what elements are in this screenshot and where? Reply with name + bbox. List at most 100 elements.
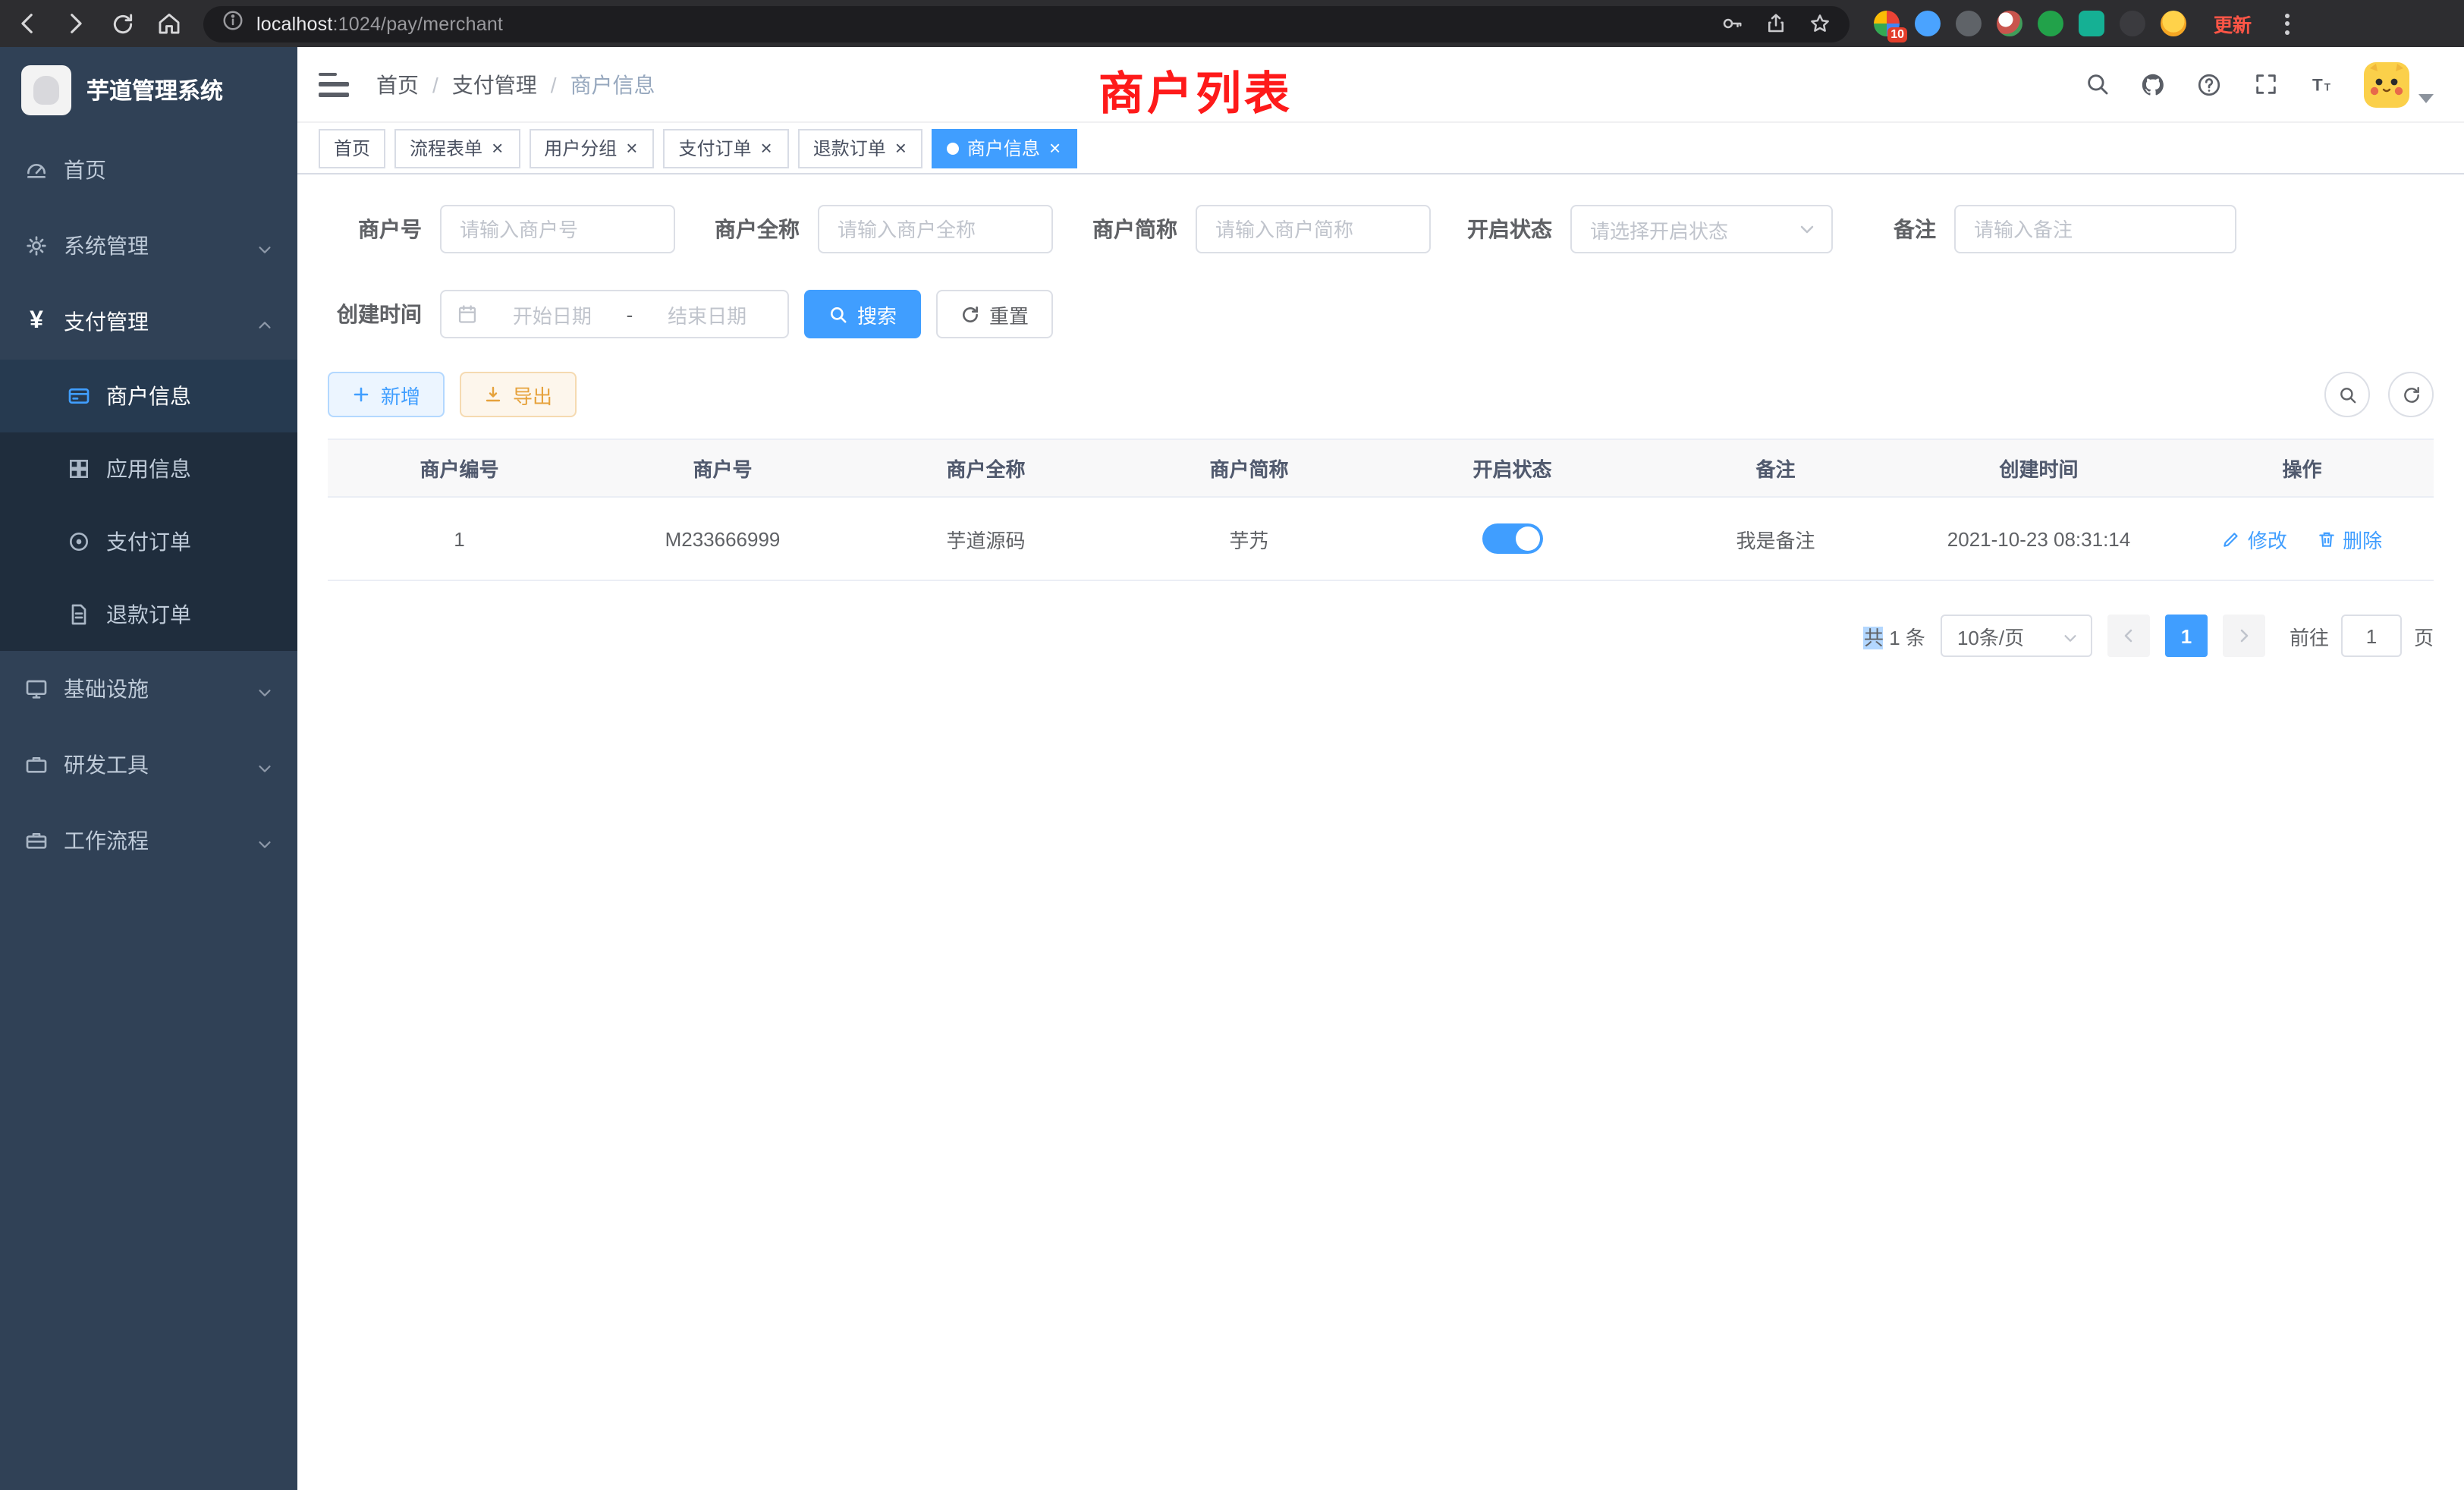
tab-home[interactable]: 首页 [319,128,385,168]
delete-link[interactable]: 删除 [2317,524,2382,553]
tab-refund-orders[interactable]: 退款订单 × [798,128,923,168]
page-size-select[interactable]: 10条/页 [1941,615,2092,657]
chevron-up-icon [256,313,273,330]
forward-icon[interactable] [62,11,88,36]
reload-icon[interactable] [109,11,135,36]
close-icon[interactable]: × [759,138,774,158]
pagination: 共 1 条 10条/页 1 前往 页 [328,615,2434,657]
password-key-icon[interactable] [1721,12,1743,35]
sidebar-item-app-info[interactable]: 应用信息 [0,432,297,505]
create-time-range-picker[interactable]: 开始日期 - 结束日期 [440,290,789,338]
fullscreen-icon[interactable] [2252,71,2279,98]
extension-icon-5[interactable] [2038,11,2063,36]
sidebar-item-system[interactable]: 系统管理 [0,208,297,284]
grid-icon [67,457,91,481]
goto-suffix-label: 页 [2414,621,2434,650]
main-area: 首页 / 支付管理 / 商户信息 商户列表 TT [297,47,2464,1490]
reset-button[interactable]: 重置 [936,290,1053,338]
hamburger-icon[interactable] [319,72,349,96]
sidebar-item-dev-tools[interactable]: 研发工具 [0,727,297,803]
extension-icon-2[interactable] [1915,11,1941,36]
edit-link[interactable]: 修改 [2222,524,2287,553]
yen-icon: ¥ [24,310,49,334]
search-icon [828,304,848,324]
close-icon[interactable]: × [624,138,639,158]
info-icon[interactable] [222,8,244,39]
github-icon[interactable] [2139,71,2167,98]
back-icon[interactable] [15,11,41,36]
home-icon[interactable] [156,11,182,36]
short-name-input[interactable] [1196,205,1431,253]
col-merchant-no: 商户号 [591,439,854,497]
cell-create-time: 2021-10-23 08:31:14 [1907,497,2170,580]
help-icon[interactable] [2195,71,2223,98]
share-icon[interactable] [1765,12,1787,35]
sidebar-item-payment[interactable]: ¥ 支付管理 [0,284,297,360]
gear-icon [24,234,49,258]
sidebar-item-label: 首页 [64,155,106,185]
chevron-left-icon [2120,627,2138,645]
sidebar-item-pay-orders[interactable]: 支付订单 [0,505,297,578]
browser-update-button[interactable]: 更新 [2214,9,2252,38]
extension-icon-4[interactable] [1997,11,2022,36]
chevron-down-icon [256,681,273,697]
date-start-placeholder: 开始日期 [487,300,618,328]
extension-icon-8[interactable] [2161,11,2186,36]
app-title: 芋道管理系统 [86,74,223,105]
extension-icon-6[interactable] [2079,11,2104,36]
search-button[interactable]: 搜索 [804,290,921,338]
close-icon[interactable]: × [490,138,504,158]
export-button[interactable]: 导出 [460,372,577,417]
remark-input[interactable] [1954,205,2236,253]
full-name-input[interactable] [818,205,1053,253]
cell-status [1381,497,1644,580]
refresh-table-button[interactable] [2388,372,2434,417]
merchant-no-input[interactable] [440,205,675,253]
close-icon[interactable]: × [1048,138,1062,158]
logo[interactable]: 芋道管理系统 [0,47,297,132]
sidebar-item-home[interactable]: 首页 [0,132,297,208]
tab-pay-orders[interactable]: 支付订单 × [663,128,788,168]
tab-process-form[interactable]: 流程表单 × [394,128,520,168]
sidebar-item-infrastructure[interactable]: 基础设施 [0,651,297,727]
extension-icon-1[interactable]: 10 [1874,11,1900,36]
status-toggle[interactable] [1482,523,1543,554]
tab-user-group[interactable]: 用户分组 × [529,128,654,168]
plus-icon [352,385,372,404]
avatar[interactable] [2364,61,2409,107]
show-search-toggle-button[interactable] [2324,372,2370,417]
sidebar-item-refund-orders[interactable]: 退款订单 [0,578,297,651]
next-page-button[interactable] [2223,615,2265,657]
sidebar-item-merchant-info[interactable]: 商户信息 [0,360,297,432]
tab-label: 流程表单 [410,135,482,161]
tags-bar: 首页 流程表单 × 用户分组 × 支付订单 × 退款订单 × [297,123,2464,174]
breadcrumb-current: 商户信息 [570,69,655,99]
status-label: 开启状态 [1467,214,1552,244]
prev-page-button[interactable] [2107,615,2150,657]
sidebar-item-label: 商户信息 [106,381,191,411]
close-icon[interactable]: × [894,138,908,158]
extension-icon-3[interactable] [1956,11,1982,36]
col-create-time: 创建时间 [1907,439,2170,497]
breadcrumb-home[interactable]: 首页 [376,69,419,99]
topbar: 首页 / 支付管理 / 商户信息 商户列表 TT [297,47,2464,123]
goto-page-input[interactable] [2341,615,2402,657]
extension-icon-7[interactable] [2120,11,2145,36]
calendar-icon [457,303,478,325]
status-select[interactable]: 请选择开启状态 [1570,205,1833,253]
tab-merchant-info[interactable]: 商户信息 × [932,128,1077,168]
browser-menu-icon[interactable] [2276,10,2299,37]
add-button[interactable]: 新增 [328,372,445,417]
font-size-icon[interactable]: TT [2308,71,2335,98]
avatar-caret-icon[interactable] [2418,93,2434,102]
page-number-1[interactable]: 1 [2165,615,2208,657]
search-icon[interactable] [2083,71,2110,98]
cell-merchant-no: M233666999 [591,497,854,580]
address-bar[interactable]: localhost:1024/pay/merchant [203,5,1850,42]
sidebar-item-workflow[interactable]: 工作流程 [0,803,297,879]
breadcrumb-payment[interactable]: 支付管理 [452,69,537,99]
chevron-down-icon [256,756,273,773]
bookmark-star-icon[interactable] [1809,12,1831,35]
cell-actions: 修改 删除 [2170,497,2434,580]
screen: localhost:1024/pay/merchant 10 更新 芋道管理系 [0,0,2464,1490]
